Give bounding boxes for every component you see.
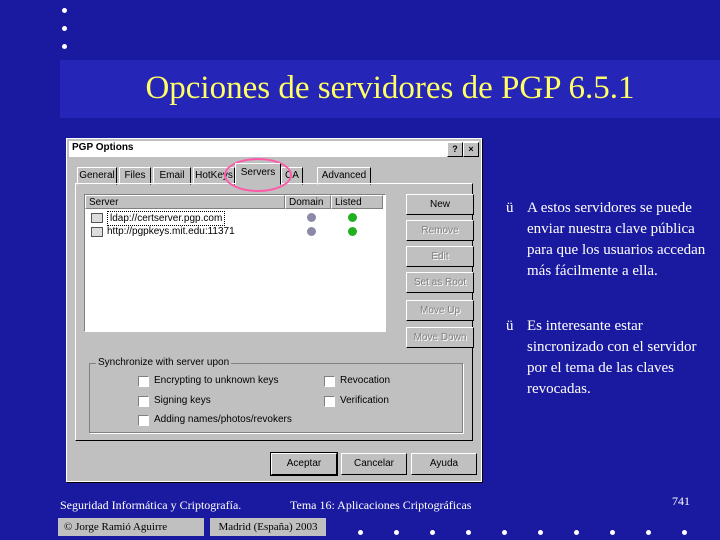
- server-url: ldap://certserver.pgp.com: [107, 211, 226, 226]
- decor-dot: [62, 26, 67, 31]
- page-number: 741: [672, 494, 690, 508]
- footer-course: Seguridad Informática y Criptografía.: [60, 498, 242, 512]
- new-button[interactable]: New: [406, 194, 474, 215]
- label-revocation: Revocation: [340, 375, 391, 386]
- domain-ball-icon: [307, 227, 316, 236]
- author-box: © Jorge Ramió Aguirre: [58, 518, 204, 536]
- help-button[interactable]: ?: [447, 142, 463, 157]
- place-box: Madrid (España) 2003: [210, 518, 326, 536]
- label-adding: Adding names/photos/revokers: [154, 414, 292, 425]
- remove-button[interactable]: Remove: [406, 220, 474, 241]
- decor-dot: [358, 530, 363, 535]
- decor-dot: [394, 530, 399, 535]
- move-up-button[interactable]: Move Up: [406, 300, 474, 321]
- check-icon: ü: [506, 318, 514, 334]
- checkbox-verification[interactable]: [324, 396, 335, 407]
- move-down-button[interactable]: Move Down: [406, 327, 474, 348]
- decor-dot: [610, 530, 615, 535]
- server-icon: [91, 213, 103, 223]
- footer-topic: Tema 16: Aplicaciones Criptográficas: [290, 498, 472, 512]
- decor-dot: [574, 530, 579, 535]
- listed-ball-icon: [348, 213, 357, 222]
- decor-dot: [62, 8, 67, 13]
- domain-ball-icon: [307, 213, 316, 222]
- header-listed[interactable]: Listed: [331, 195, 383, 209]
- cancelar-button[interactable]: Cancelar: [341, 453, 407, 475]
- checkbox-adding[interactable]: [138, 415, 149, 426]
- server-list[interactable]: Server Domain Listed ldap://certserver.p…: [84, 194, 386, 332]
- set-as-root-button[interactable]: Set as Root: [406, 272, 474, 293]
- bullet-text: Es interesante estar sincronizado con el…: [527, 318, 697, 397]
- sync-group: Synchronize with server upon Encrypting …: [89, 357, 463, 433]
- decor-dot: [502, 530, 507, 535]
- server-row[interactable]: ldap://certserver.pgp.com: [87, 211, 381, 226]
- decor-dot: [646, 530, 651, 535]
- listed-ball-icon: [348, 227, 357, 236]
- header-server[interactable]: Server: [85, 195, 285, 209]
- decor-dot: [430, 530, 435, 535]
- checkbox-revocation[interactable]: [324, 376, 335, 387]
- decor-dot: [466, 530, 471, 535]
- decor-dot: [62, 44, 67, 49]
- author-text: © Jorge Ramió Aguirre: [64, 521, 168, 533]
- decor-dot: [538, 530, 543, 535]
- tab-servers[interactable]: Servers: [235, 163, 281, 185]
- edit-button[interactable]: Edit: [406, 246, 474, 267]
- ayuda-button[interactable]: Ayuda: [411, 453, 477, 475]
- checkbox-encrypting[interactable]: [138, 376, 149, 387]
- slide-title: Opciones de servidores de PGP 6.5.1: [145, 70, 635, 106]
- dialog-titlebar[interactable]: PGP Options ? ×: [69, 141, 479, 157]
- check-icon: ü: [506, 200, 514, 216]
- place-text: Madrid (España) 2003: [218, 521, 318, 533]
- sync-group-title: Synchronize with server upon: [96, 357, 232, 368]
- label-signing: Signing keys: [154, 395, 211, 406]
- aceptar-button[interactable]: Aceptar: [270, 452, 338, 476]
- server-row[interactable]: http://pgpkeys.mit.edu:11371: [87, 225, 381, 238]
- dialog-title: PGP Options: [72, 142, 134, 153]
- server-url: http://pgpkeys.mit.edu:11371: [107, 226, 235, 237]
- label-verification: Verification: [340, 395, 389, 406]
- header-domain[interactable]: Domain: [285, 195, 331, 209]
- bullet-text: A estos servidores se puede enviar nuest…: [527, 200, 706, 279]
- server-icon: [91, 227, 103, 237]
- checkbox-signing[interactable]: [138, 396, 149, 407]
- label-encrypting: Encrypting to unknown keys: [154, 375, 279, 386]
- title-band: Opciones de servidores de PGP 6.5.1: [60, 60, 720, 118]
- close-button[interactable]: ×: [463, 142, 479, 157]
- decor-dot: [682, 530, 687, 535]
